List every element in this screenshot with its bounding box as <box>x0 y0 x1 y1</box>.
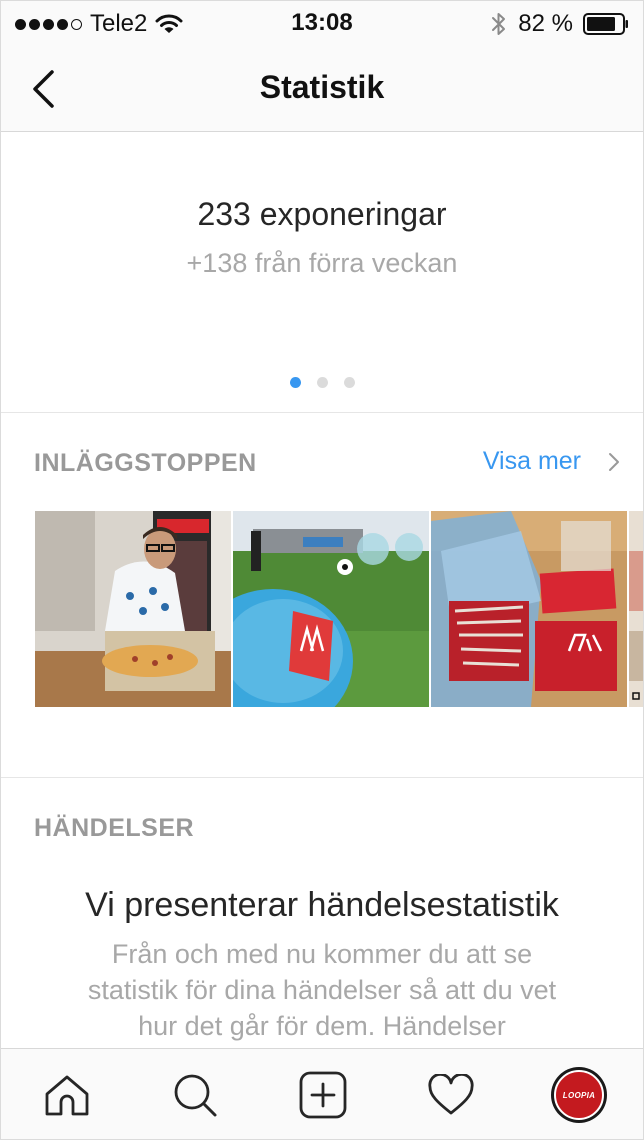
search-icon <box>174 1074 217 1117</box>
post-thumbnail-merchandise-box[interactable] <box>431 511 627 707</box>
post-thumbnail-bubble-football[interactable] <box>233 511 429 707</box>
home-icon <box>45 1075 89 1116</box>
tab-home[interactable] <box>41 1069 93 1121</box>
post-image-partial <box>629 511 643 707</box>
tab-profile[interactable]: LOOPIA <box>551 1067 607 1123</box>
post-thumbnail-pizza[interactable] <box>35 511 231 707</box>
avatar: LOOPIA <box>551 1067 607 1123</box>
chevron-right-icon <box>609 452 619 471</box>
tab-search[interactable] <box>169 1069 221 1121</box>
see-more-link[interactable]: Visa mer <box>483 447 621 476</box>
post-thumbnail-partial[interactable] <box>629 511 643 707</box>
profile-logo: LOOPIA <box>554 1070 604 1120</box>
battery-percentage: 82 % <box>518 10 573 37</box>
app-screen: Tele2 13:08 82 % Statistik 233 exponerin… <box>0 0 644 1140</box>
plus-square-icon <box>299 1071 347 1119</box>
page-dot-1[interactable] <box>289 377 301 388</box>
page-dot-2[interactable] <box>316 377 328 388</box>
impressions-count: 233 exponeringar <box>197 196 447 232</box>
heart-icon <box>428 1074 474 1115</box>
bluetooth-icon <box>492 13 506 35</box>
status-bar: Tele2 13:08 82 % <box>1 1 643 47</box>
tab-bar: LOOPIA <box>1 1048 643 1139</box>
events-title: HÄNDELSER <box>34 814 195 842</box>
navigation-bar: Statistik <box>1 47 643 132</box>
see-more-label: Visa mer <box>482 447 581 475</box>
events-description: Från och med nu kommer du att se statist… <box>87 939 557 1041</box>
tab-activity[interactable] <box>425 1069 477 1121</box>
page-title: Statistik <box>259 69 385 105</box>
events-heading: Vi presenterar händelsestatistik <box>85 886 559 924</box>
battery-icon <box>583 13 628 35</box>
post-image-pizza <box>35 511 231 707</box>
post-image-bubble-football <box>233 511 429 707</box>
top-posts-strip[interactable] <box>35 511 643 707</box>
page-dot-3[interactable] <box>343 377 355 388</box>
top-posts-section: INLÄGGSTOPPEN Visa mer <box>1 413 643 778</box>
events-section: HÄNDELSER Vi presenterar händelsestatist… <box>1 778 643 1048</box>
top-posts-title: INLÄGGSTOPPEN <box>34 449 257 477</box>
post-image-merchandise-box <box>431 511 627 707</box>
status-right: 82 % <box>490 9 629 39</box>
tab-new-post[interactable] <box>297 1069 349 1121</box>
impressions-change: +138 från förra veckan <box>186 248 458 278</box>
page-indicator <box>1 377 643 388</box>
impressions-carousel[interactable]: 233 exponeringar +138 från förra veckan <box>1 132 643 413</box>
